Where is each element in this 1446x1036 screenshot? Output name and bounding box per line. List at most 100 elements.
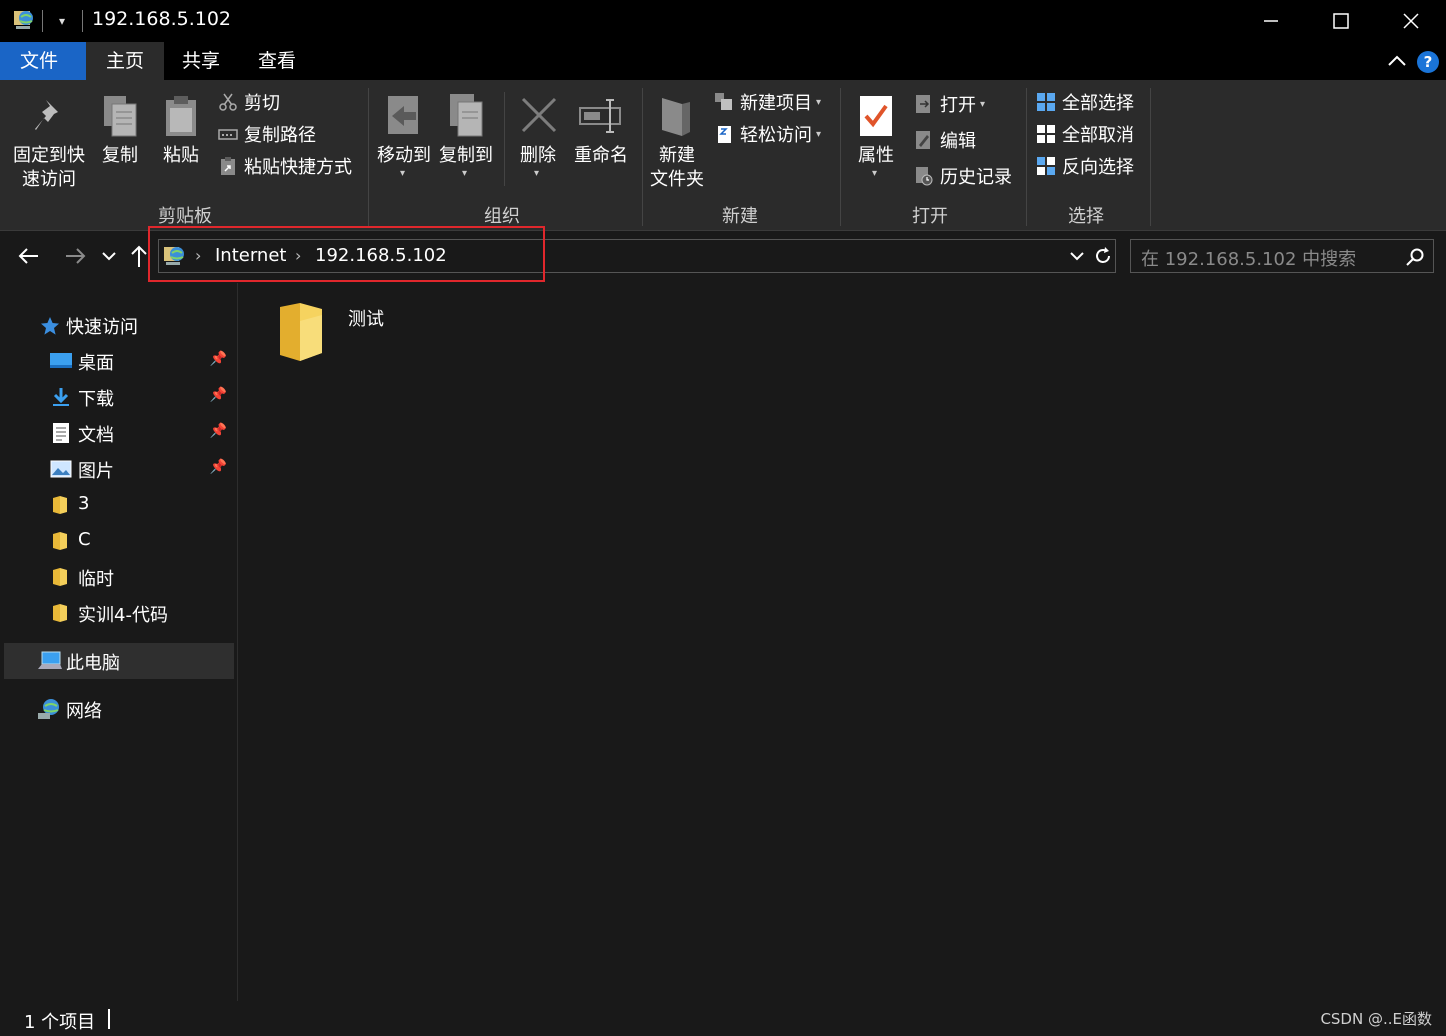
group-separator <box>1026 88 1027 226</box>
search-icon[interactable] <box>1405 247 1425 267</box>
item-count: 1 个项目 <box>24 1012 96 1033</box>
folder-icon <box>53 496 67 514</box>
select-none-button[interactable]: 全部取消 <box>1036 120 1134 148</box>
back-button[interactable] <box>16 243 42 269</box>
tab-home[interactable]: 主页 <box>86 42 165 80</box>
easy-access-label: 轻松访问 <box>740 125 812 146</box>
sidebar-item-downloads[interactable]: 下载 📌 <box>0 379 237 415</box>
easy-access-dropdown-icon: ▾ <box>816 128 822 140</box>
list-item[interactable]: 测试 <box>274 297 454 367</box>
sidebar-item-label: 临时 <box>78 569 114 590</box>
recent-locations-button[interactable] <box>98 243 120 269</box>
download-icon <box>53 388 69 406</box>
edit-label: 编辑 <box>940 131 976 152</box>
refresh-icon <box>1096 247 1110 263</box>
tab-share[interactable]: 共享 <box>162 42 240 80</box>
open-group-label: 打开 <box>912 206 948 227</box>
sidebar-item-folder-code[interactable]: 实训4-代码 <box>0 595 237 631</box>
sidebar-item-folder-temp[interactable]: 临时 <box>0 559 237 595</box>
cut-button[interactable]: 剪切 <box>218 88 280 116</box>
easy-access-icon <box>718 126 731 143</box>
tab-file[interactable]: 文件 <box>0 42 86 80</box>
select-all-label: 全部选择 <box>1062 93 1134 114</box>
properties-label: 属性 <box>858 145 894 166</box>
search-box[interactable]: 在 192.168.5.102 中搜索 <box>1130 239 1434 273</box>
invert-selection-button[interactable]: 反向选择 <box>1036 152 1134 180</box>
copy-icon <box>104 96 137 137</box>
sidebar-item-documents[interactable]: 文档 📌 <box>0 415 237 451</box>
help-button[interactable]: ? <box>1416 50 1440 74</box>
pin-icon <box>35 100 58 130</box>
new-group-label: 新建 <box>722 206 758 227</box>
open-dropdown-icon: ▾ <box>980 98 986 110</box>
tab-view[interactable]: 查看 <box>238 42 316 80</box>
network-location-icon[interactable] <box>12 8 36 32</box>
quick-access-toolbar-dropdown[interactable]: ▾ <box>54 10 70 32</box>
pin-icon[interactable]: 📌 <box>210 423 227 439</box>
pin-icon[interactable]: 📌 <box>210 351 227 367</box>
history-label: 历史记录 <box>940 167 1012 188</box>
search-placeholder[interactable]: 在 192.168.5.102 中搜索 <box>1141 245 1356 271</box>
invert-selection-label: 反向选择 <box>1062 157 1134 178</box>
chevron-up-icon <box>1388 55 1406 66</box>
copy-path-icon <box>218 129 238 140</box>
sidebar-item-pictures[interactable]: 图片 📌 <box>0 451 237 487</box>
sidebar-item-network[interactable]: 网络 <box>0 691 237 727</box>
maximize-button[interactable] <box>1306 0 1376 42</box>
history-button[interactable]: 历史记录 <box>914 162 1012 190</box>
sidebar-item-folder-c[interactable]: C <box>0 523 237 559</box>
address-history-dropdown[interactable] <box>1069 248 1085 269</box>
edit-button[interactable]: 编辑 <box>914 126 976 154</box>
sidebar-item-quick-access[interactable]: 快速访问 <box>0 307 237 343</box>
refresh-button[interactable] <box>1093 246 1113 271</box>
easy-access-button[interactable]: 轻松访问 ▾ <box>714 120 821 148</box>
forward-button[interactable] <box>62 243 88 269</box>
sidebar-item-desktop[interactable]: 桌面 📌 <box>0 343 237 379</box>
minimize-icon <box>1264 20 1278 22</box>
help-icon: ? <box>1417 51 1439 73</box>
delete-icon <box>521 97 557 133</box>
folder-icon <box>280 303 322 361</box>
window-title: 192.168.5.102 <box>92 8 232 30</box>
pin-label-line1: 固定到快 <box>13 145 85 166</box>
properties-icon <box>860 96 892 136</box>
document-icon <box>53 423 69 443</box>
sidebar-item-label: 实训4-代码 <box>78 605 168 626</box>
close-icon <box>1403 13 1419 29</box>
star-icon <box>41 317 59 335</box>
paste-label: 粘贴 <box>163 145 199 166</box>
sidebar-item-label: 桌面 <box>78 353 114 374</box>
sidebar-item-label: 图片 <box>78 461 114 482</box>
copy-path-button[interactable]: 复制路径 <box>218 120 316 148</box>
paste-shortcut-button[interactable]: 粘贴快捷方式 <box>218 152 352 180</box>
sidebar-item-folder-3[interactable]: 3 <box>0 487 237 523</box>
arrow-up-icon <box>131 245 147 267</box>
move-to-icon <box>388 96 418 134</box>
open-icon <box>916 95 930 113</box>
group-separator <box>840 88 841 226</box>
maximize-icon <box>1333 13 1349 29</box>
sidebar-item-this-pc[interactable]: 此电脑 <box>4 643 234 679</box>
select-all-button[interactable]: 全部选择 <box>1036 88 1134 116</box>
title-separator <box>82 10 83 32</box>
paste-icon <box>166 96 196 136</box>
close-button[interactable] <box>1376 0 1446 42</box>
computer-icon <box>38 651 62 669</box>
ribbon: 固定到快 速访问 复制 粘贴 剪切 复制路径 粘贴快捷方式 剪贴板 移动到 ▾ <box>0 80 1446 231</box>
clipboard-group-label: 剪贴板 <box>158 206 212 227</box>
watermark-text: CSDN @..E函数 <box>1320 1010 1432 1028</box>
sidebar-item-label: 3 <box>78 493 90 514</box>
collapse-ribbon-button[interactable] <box>1386 50 1408 72</box>
minimize-button[interactable] <box>1236 0 1306 42</box>
open-button[interactable]: 打开 ▾ <box>914 90 985 118</box>
history-icon <box>916 167 933 186</box>
sidebar-item-label: 快速访问 <box>66 317 138 338</box>
pin-icon[interactable]: 📌 <box>210 387 227 403</box>
pin-icon[interactable]: 📌 <box>210 459 227 475</box>
new-folder-icon <box>662 98 690 136</box>
new-item-button[interactable]: 新建项目 ▾ <box>714 88 821 116</box>
folder-icon <box>53 568 67 586</box>
move-to-label: 移动到 <box>377 145 431 166</box>
rename-label: 重命名 <box>574 145 628 166</box>
up-button[interactable] <box>128 243 150 269</box>
